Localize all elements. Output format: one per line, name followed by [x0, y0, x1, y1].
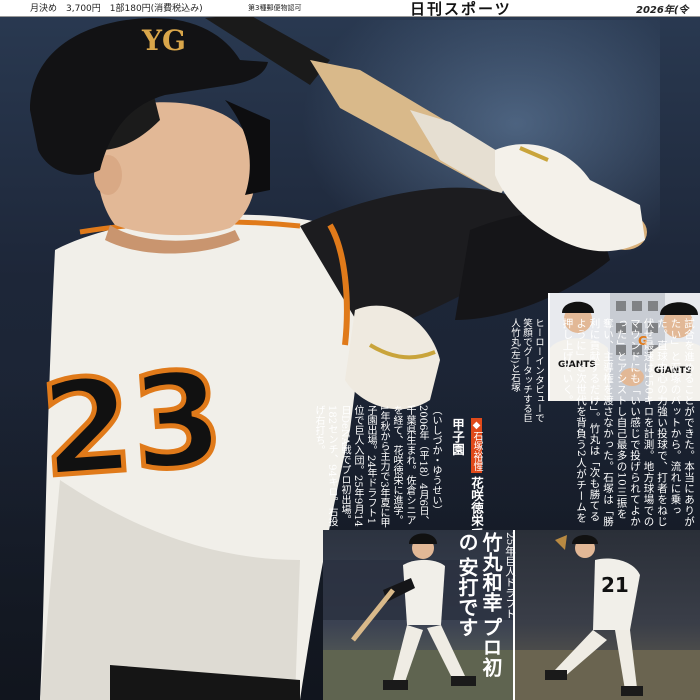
headline-kicker: 25年巨人ドラフト	[504, 532, 516, 619]
jersey-number: 23	[37, 342, 228, 506]
headline-line-3: 安打です	[455, 557, 479, 638]
headline-line-1: 竹丸和幸	[479, 532, 503, 612]
masthead: 月決め 3,700円 1部180円(消費税込み) 第3種郵便物認可 日刊スポーツ…	[0, 0, 700, 18]
helmet-logo: YG	[141, 24, 186, 57]
profile-body: （いしづか・ゆうせい）2006年（平18）4月6日、千葉県生まれ。佐倉シニアを経…	[313, 405, 441, 528]
elbow-guard	[345, 305, 440, 410]
article-body: 試合を進めることができた。本当にありがたい」と石塚のバットから。流れに乗った。直…	[561, 318, 696, 527]
newspaper-logo: 日刊スポーツ	[410, 0, 512, 18]
article: 試合を進めることができた。本当にありがたい」と石塚のバットから。流れに乗った。直…	[470, 318, 696, 538]
pitching-photo: 21	[513, 530, 700, 700]
postal-permit: 第3種郵便物認可	[248, 4, 302, 12]
profile-tag: ◆石塚裕惺	[471, 418, 482, 473]
headline: 25年巨人ドラフト 竹丸和幸 プロ初の 安打です	[455, 532, 518, 697]
profile-heading: ◆石塚裕惺 花咲徳栄で甲子園	[448, 418, 486, 548]
pitching-photo-illustration: 21	[515, 535, 700, 700]
newspaper-page: 月決め 3,700円 1部180円(消費税込み) 第3種郵便物認可 日刊スポーツ…	[0, 0, 700, 700]
pitcher-jersey-number: 21	[601, 573, 629, 597]
subscription-price: 月決め 3,700円 1部180円(消費税込み)	[30, 4, 203, 14]
issue-date: 2026年(令	[636, 5, 689, 16]
